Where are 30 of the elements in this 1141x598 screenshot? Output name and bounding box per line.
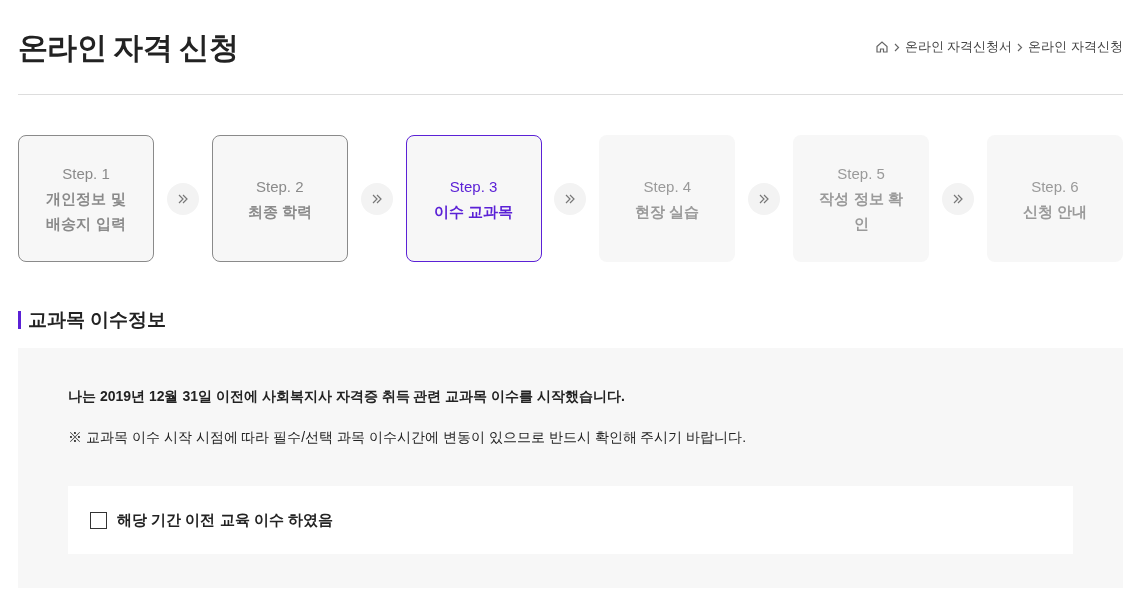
notice-text: ※ 교과목 이수 시작 시점에 따라 필수/선택 과목 이수시간에 변동이 있으므로 반드시 확인해 주시기 바랍니다. [68,428,748,447]
next-step-icon [360,182,393,215]
step-label: 배송지 입력 [46,214,126,234]
breadcrumb-link[interactable]: 온라인 자격신청서 [904,37,1013,57]
step-number: Step. 3 [449,176,498,197]
next-step-icon [554,182,587,215]
step-label: 최종 학력 [247,201,312,222]
next-step-icon [748,182,781,215]
step-label: 신청 안내 [1022,201,1087,222]
step-label: 인 [853,214,869,234]
breadcrumb-link[interactable]: 온라인 자격신청 [1028,37,1123,57]
step-number: Step. 5 [837,164,885,184]
step-number: Step. 1 [62,164,110,184]
step-label: 작성 정보 확 [819,189,903,209]
checkbox-label: 해당 기간 이전 교육 이수 하였음 [117,509,333,530]
checkbox[interactable] [90,511,107,529]
step-number: Step. 6 [1031,176,1079,197]
chevron-icon [1017,42,1024,52]
statement-text: 나는 2019년 12월 31일 이전에 사회복지사 자격증 취득 관련 교과목 이수를 시작했습니다. [68,387,626,406]
page-title: 온라인 자격 신청 [18,29,238,66]
step-label: 현장 실습 [635,201,700,222]
section-title: 교과목 이수정보 [28,307,167,332]
next-step-icon [166,182,199,215]
step-label: 개인정보 및 [46,189,126,209]
step-number: Step. 4 [643,176,692,197]
next-step-icon [942,182,974,215]
chevron-icon [893,42,900,52]
home-icon[interactable] [874,40,889,54]
step-number: Step. 2 [256,176,304,197]
step-label: 이수 교과목 [433,201,514,222]
